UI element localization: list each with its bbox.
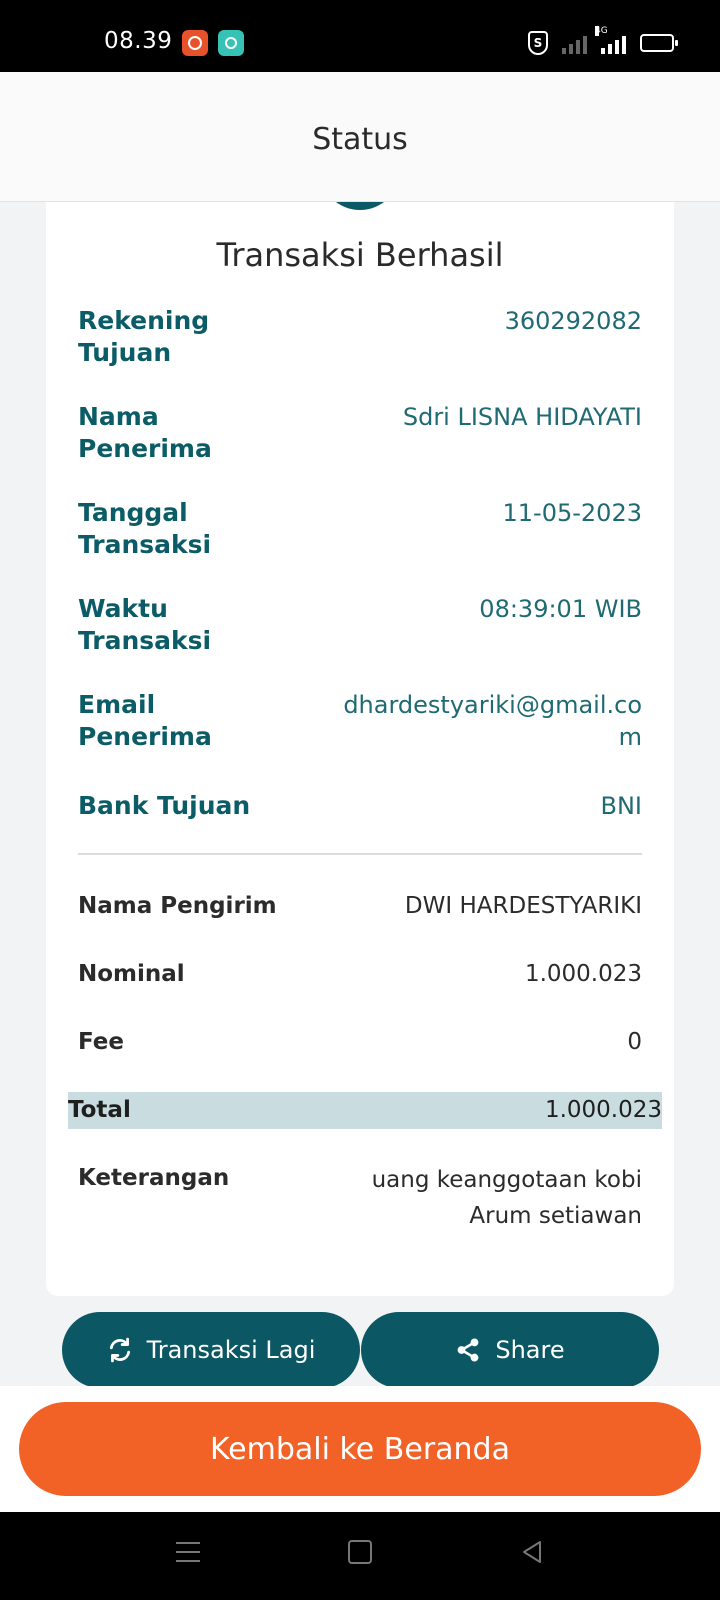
recent-apps-icon[interactable] (176, 1542, 200, 1562)
back-to-home-button[interactable]: Kembali ke Beranda (19, 1402, 701, 1496)
detail-row: Tanggal Transaksi 11-05-2023 (78, 497, 642, 561)
shield-icon: S (528, 31, 548, 55)
summary-label: Fee (78, 1029, 124, 1055)
summary-row: Fee 0 (78, 1026, 642, 1058)
summary-value: 1.000.023 (524, 961, 642, 987)
message-notification-icon (218, 30, 244, 56)
network-label: 4G (595, 26, 608, 36)
signal-icon (562, 32, 587, 54)
total-label: Total (68, 1097, 131, 1123)
page-title: Status (312, 122, 408, 157)
share-icon (457, 1338, 479, 1362)
note-label: Keterangan (78, 1165, 230, 1191)
summary-label: Nama Pengirim (78, 893, 277, 919)
success-title: Transaksi Berhasil (216, 236, 504, 274)
divider (78, 853, 642, 855)
share-label: Share (495, 1336, 565, 1364)
detail-value: 360292082 (504, 307, 642, 335)
total-row: Total 1.000.023 (68, 1094, 662, 1126)
home-icon[interactable] (348, 1540, 372, 1564)
refresh-icon (109, 1337, 130, 1363)
detail-label: Rekening Tujuan (78, 306, 210, 367)
detail-row: Bank Tujuan BNI (78, 790, 642, 822)
detail-value: BNI (600, 792, 643, 820)
system-nav-bar (0, 1512, 720, 1600)
total-value: 1.000.023 (544, 1097, 662, 1123)
battery-icon (640, 34, 678, 52)
note-value: uang keanggotaan kobi Arum setiawan (371, 1167, 642, 1229)
summary-row: Nominal 1.000.023 (78, 958, 642, 990)
detail-value: 11-05-2023 (502, 499, 642, 527)
summary-value: 0 (627, 1029, 642, 1055)
detail-label: Bank Tujuan (78, 791, 251, 820)
summary-label: Nominal (78, 961, 185, 987)
share-button[interactable]: Share (361, 1312, 659, 1388)
detail-label: Tanggal Transaksi (78, 498, 212, 559)
detail-row: Rekening Tujuan 360292082 (78, 305, 642, 369)
transaction-again-label: Transaksi Lagi (146, 1336, 316, 1364)
transaction-again-button[interactable]: Transaksi Lagi (62, 1312, 360, 1388)
back-icon[interactable] (518, 1538, 546, 1566)
signal-icon: 4G (595, 26, 626, 54)
detail-label: Email Penerima (78, 690, 212, 751)
app-header: Status (0, 72, 720, 202)
note-row: Keterangan uang keanggotaan kobi Arum se… (78, 1162, 642, 1234)
detail-label: Nama Penerima (78, 402, 212, 463)
detail-value: dhardestyariki@gmail.com (343, 691, 642, 751)
detail-row: Waktu Transaksi 08:39:01 WIB (78, 593, 642, 657)
detail-row: Nama Penerima Sdri LISNA HIDAYATI (78, 401, 642, 465)
summary-row: Nama Pengirim DWI HARDESTYARIKI (78, 890, 642, 922)
status-icons: S 4G (528, 26, 678, 56)
app-notification-icon (182, 30, 208, 56)
summary-value: DWI HARDESTYARIKI (404, 893, 642, 919)
detail-value: 08:39:01 WIB (479, 595, 642, 623)
detail-value: Sdri LISNA HIDAYATI (402, 403, 642, 431)
detail-label: Waktu Transaksi (78, 594, 212, 655)
status-time: 08.39 (104, 28, 173, 54)
status-bar: 08.39 S 4G (0, 0, 720, 72)
detail-row: Email Penerima dhardestyariki@gmail.com (78, 689, 642, 753)
